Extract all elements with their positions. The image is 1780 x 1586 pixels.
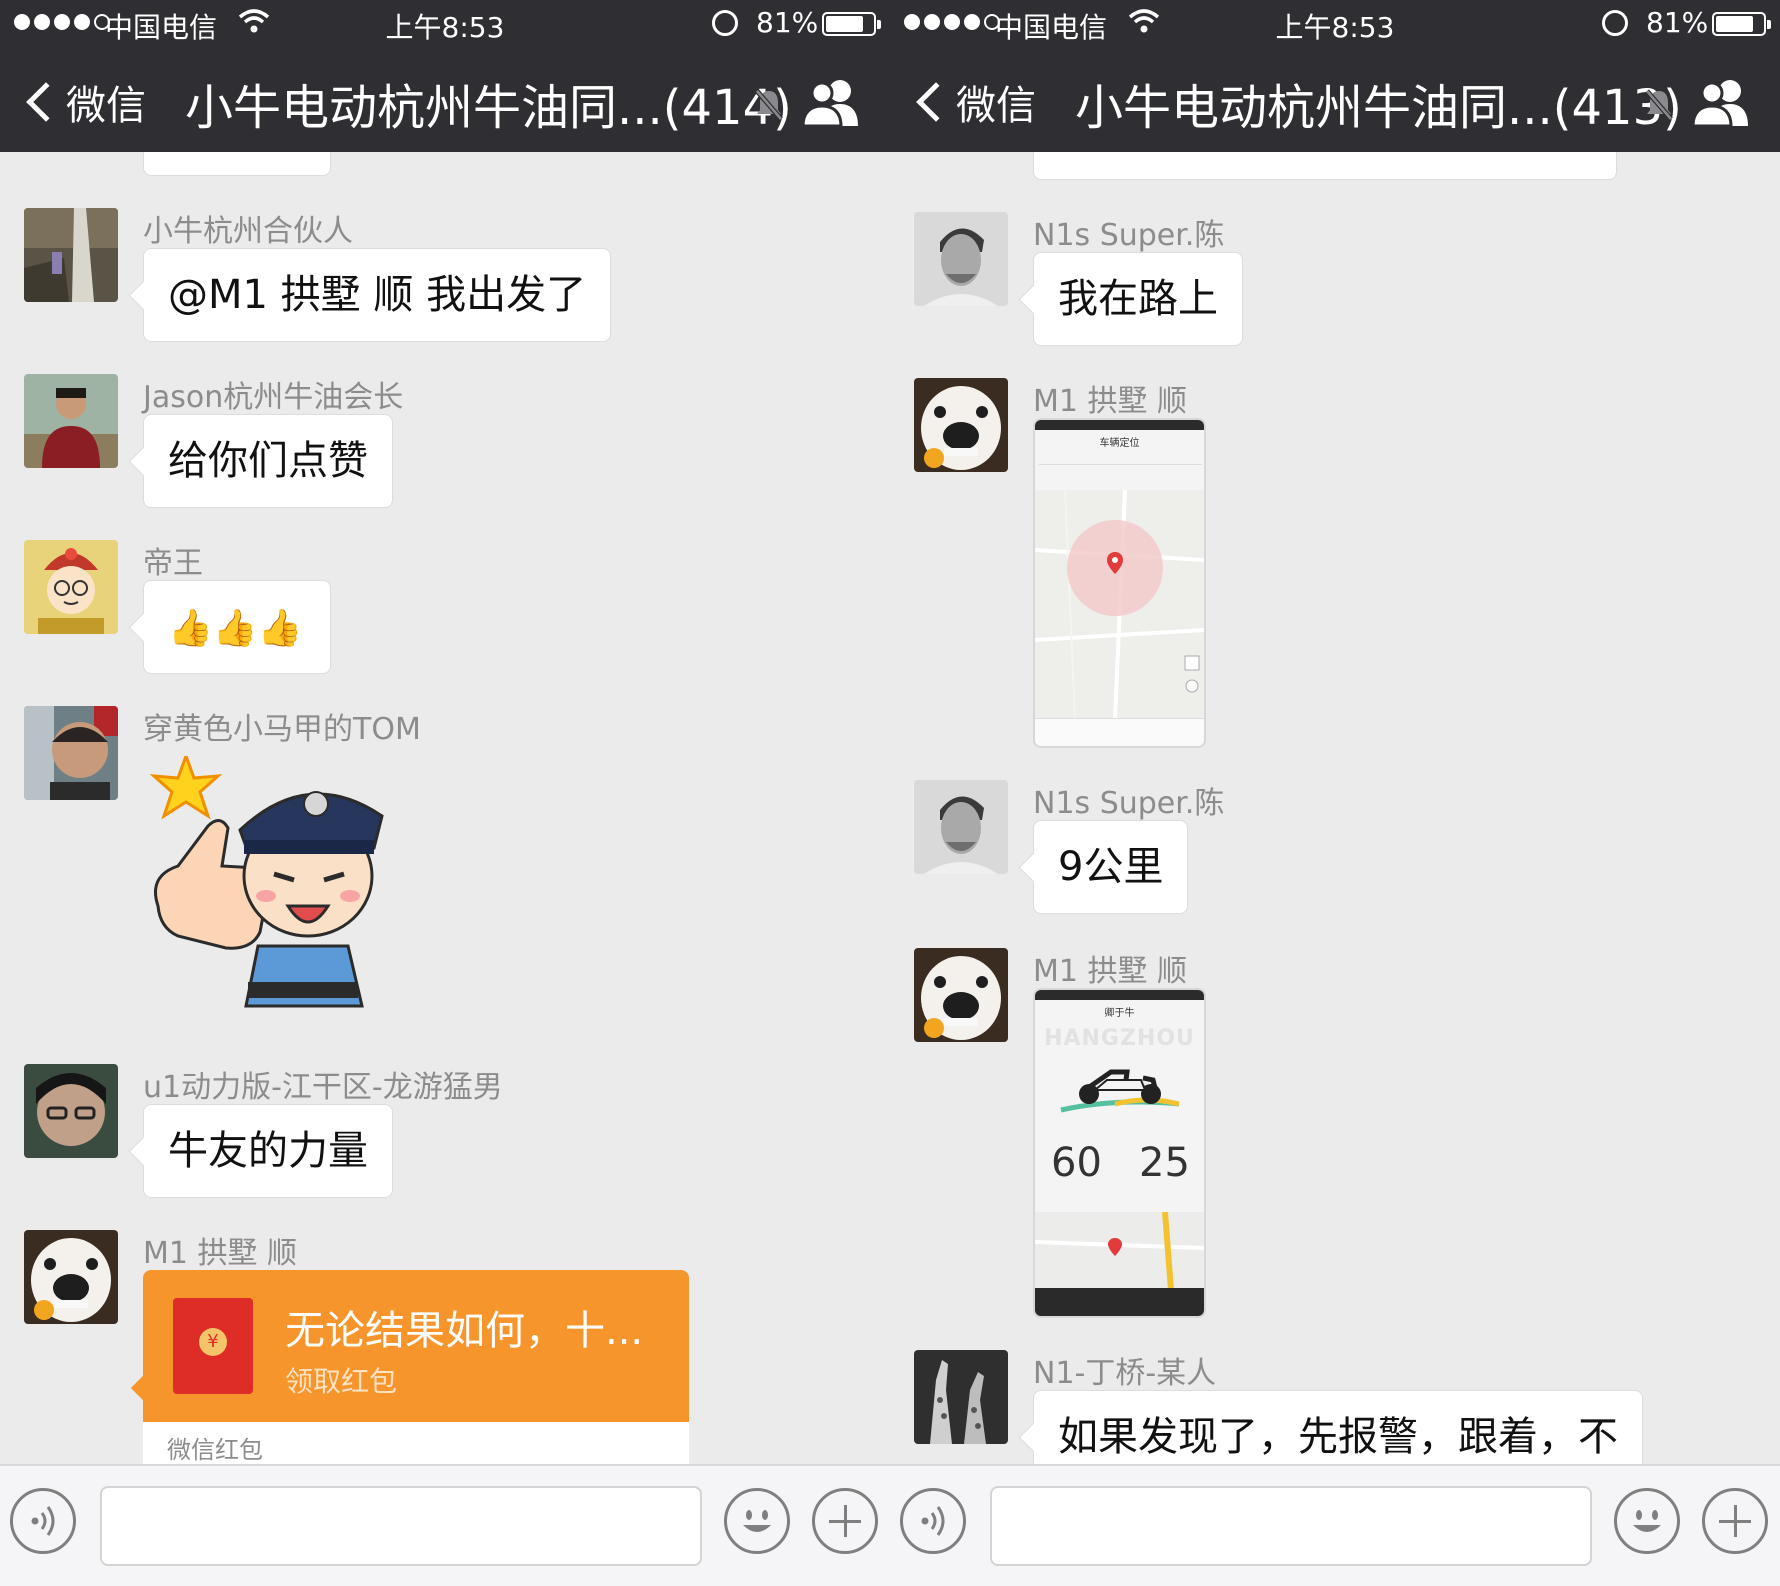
screenshot-header: 车辆定位 bbox=[1099, 438, 1140, 449]
rotation-lock-icon bbox=[712, 10, 738, 36]
emoji-icon bbox=[743, 1510, 771, 1532]
more-button[interactable] bbox=[812, 1488, 878, 1554]
avatar[interactable] bbox=[24, 208, 118, 302]
red-packet-body: ¥ 无论结果如何，十... 领取红包 bbox=[143, 1270, 689, 1422]
red-packet-card[interactable]: ¥ 无论结果如何，十... 领取红包 微信红包 bbox=[143, 1270, 689, 1464]
red-packet-title: 无论结果如何，十... bbox=[285, 1308, 644, 1354]
image-message-scooter-status[interactable]: 卿于牛 HANGZHOU 60 25 bbox=[1033, 988, 1206, 1318]
sender-name: M1 拱墅 顺 bbox=[143, 1236, 298, 1271]
input-toolbar bbox=[890, 1464, 1780, 1586]
sender-name: 穿黄色小马甲的TOM bbox=[143, 712, 421, 747]
screenshot-divider bbox=[1039, 464, 1202, 465]
sender-name: N1s Super.陈 bbox=[1033, 218, 1225, 253]
message-input[interactable] bbox=[100, 1486, 702, 1566]
map-preview bbox=[1035, 490, 1204, 720]
scooter-image bbox=[1060, 1069, 1180, 1113]
back-button[interactable]: 微信 bbox=[22, 74, 146, 130]
sender-name: N1s Super.陈 bbox=[1033, 786, 1225, 821]
sender-name: M1 拱墅 顺 bbox=[1033, 384, 1188, 419]
mute-bell-icon bbox=[1645, 89, 1673, 121]
screenshot-status-strip bbox=[1035, 990, 1204, 1000]
police-thumbs-up-sticker[interactable] bbox=[148, 756, 428, 1018]
chat-title: 小牛电动杭州牛油同...(413) bbox=[1075, 80, 1682, 136]
screenshot-tab-bar bbox=[1035, 1288, 1204, 1316]
sender-name: 小牛杭州合伙人 bbox=[143, 214, 353, 249]
red-packet-source: 微信红包 bbox=[167, 1436, 263, 1464]
emoji-button[interactable] bbox=[724, 1488, 790, 1554]
range-km-value: 25 bbox=[1139, 1140, 1190, 1186]
avatar[interactable] bbox=[24, 540, 118, 634]
screenshot-header: 卿于牛 bbox=[1104, 1008, 1135, 1019]
app-root: 中国电信 上午8:53 81% 微信 小牛电动杭州牛油同...(414) 小牛杭… bbox=[0, 0, 1780, 1586]
yuan-coin-icon: ¥ bbox=[199, 1328, 227, 1356]
avatar[interactable] bbox=[914, 378, 1008, 472]
status-bar: 中国电信 上午8:53 81% bbox=[890, 0, 1780, 50]
voice-button[interactable] bbox=[900, 1488, 966, 1554]
message-bubble[interactable]: 9公里 bbox=[1033, 820, 1189, 914]
chat-panel-left: 中国电信 上午8:53 81% 微信 小牛电动杭州牛油同...(414) 小牛杭… bbox=[0, 0, 890, 1586]
voice-icon bbox=[31, 1506, 55, 1536]
back-label: 微信 bbox=[956, 83, 1036, 129]
back-label: 微信 bbox=[66, 83, 146, 129]
message-bubble[interactable]: @M1 拱墅 顺 我出发了 bbox=[143, 248, 612, 342]
mini-map-preview bbox=[1035, 1212, 1204, 1290]
sender-name: u1动力版-江干区-龙游猛男 bbox=[143, 1070, 503, 1105]
avatar[interactable] bbox=[24, 374, 118, 468]
avatar[interactable] bbox=[914, 1350, 1008, 1444]
screenshot-city-watermark: HANGZHOU bbox=[1044, 1026, 1195, 1051]
sender-name: M1 拱墅 顺 bbox=[1033, 954, 1188, 989]
back-button[interactable]: 微信 bbox=[912, 74, 1036, 130]
image-message-vehicle-location[interactable]: 车辆定位 bbox=[1033, 418, 1206, 748]
chat-title: 小牛电动杭州牛油同...(414) bbox=[185, 80, 792, 136]
red-envelope-icon: ¥ bbox=[173, 1298, 253, 1394]
previous-bubble-fragment bbox=[1033, 152, 1617, 180]
input-toolbar bbox=[0, 1464, 890, 1586]
avatar[interactable] bbox=[24, 706, 118, 800]
message-bubble[interactable]: 我在路上 bbox=[1033, 252, 1243, 346]
mute-bell-icon bbox=[755, 89, 783, 121]
red-packet-action: 领取红包 bbox=[285, 1365, 398, 1398]
previous-bubble-fragment bbox=[143, 152, 331, 176]
battery-percentage-value: 60 bbox=[1051, 1140, 1102, 1186]
sender-name: Jason杭州牛油会长 bbox=[143, 380, 404, 415]
emoji-button[interactable] bbox=[1614, 1488, 1680, 1554]
top-bar: 中国电信 上午8:53 81% 微信 小牛电动杭州牛油同...(413) bbox=[890, 0, 1780, 152]
message-bubble[interactable]: 给你们点赞 bbox=[143, 414, 393, 508]
group-members-icon[interactable] bbox=[1690, 76, 1754, 128]
message-bubble[interactable]: 如果发现了，先报警，跟着，不 bbox=[1033, 1390, 1643, 1464]
emoji-icon bbox=[1633, 1510, 1661, 1532]
voice-icon bbox=[921, 1506, 945, 1536]
avatar[interactable] bbox=[24, 1064, 118, 1158]
voice-button[interactable] bbox=[10, 1488, 76, 1554]
back-chevron-icon bbox=[26, 82, 66, 122]
battery-percent: 81% bbox=[756, 6, 819, 39]
message-input[interactable] bbox=[990, 1486, 1592, 1566]
battery-icon bbox=[1712, 12, 1771, 36]
sender-name: 帝王 bbox=[143, 546, 203, 581]
back-chevron-icon bbox=[916, 82, 956, 122]
red-packet-footer: 微信红包 bbox=[143, 1422, 689, 1464]
battery-icon bbox=[822, 12, 881, 36]
message-bubble[interactable]: 牛友的力量 bbox=[143, 1104, 393, 1198]
message-list[interactable]: 小牛杭州合伙人 @M1 拱墅 顺 我出发了 Jason杭州牛油会长 给你们点赞 … bbox=[0, 152, 890, 1464]
nav-bar: 微信 小牛电动杭州牛油同...(414) bbox=[0, 58, 890, 152]
thumbs-up-emoji: 👍👍👍 bbox=[168, 608, 303, 649]
sender-name: N1-丁桥-某人 bbox=[1033, 1356, 1217, 1391]
battery-percent: 81% bbox=[1646, 6, 1709, 39]
chat-panel-right: 中国电信 上午8:53 81% 微信 小牛电动杭州牛油同...(413) N1s… bbox=[890, 0, 1780, 1586]
message-bubble[interactable]: 👍👍👍 bbox=[143, 580, 331, 674]
status-bar: 中国电信 上午8:53 81% bbox=[0, 0, 890, 50]
rotation-lock-icon bbox=[1602, 10, 1628, 36]
avatar[interactable] bbox=[914, 948, 1008, 1042]
screenshot-status-strip bbox=[1035, 420, 1204, 430]
message-list[interactable]: N1s Super.陈 我在路上 M1 拱墅 顺 车辆定位 N1s Super.… bbox=[890, 152, 1780, 1464]
avatar[interactable] bbox=[914, 212, 1008, 306]
top-bar: 中国电信 上午8:53 81% 微信 小牛电动杭州牛油同...(414) bbox=[0, 0, 890, 152]
nav-bar: 微信 小牛电动杭州牛油同...(413) bbox=[890, 58, 1780, 152]
group-members-icon[interactable] bbox=[800, 76, 864, 128]
screenshot-address-bar bbox=[1035, 718, 1204, 746]
more-button[interactable] bbox=[1702, 1488, 1768, 1554]
avatar[interactable] bbox=[914, 780, 1008, 874]
avatar[interactable] bbox=[24, 1230, 118, 1324]
